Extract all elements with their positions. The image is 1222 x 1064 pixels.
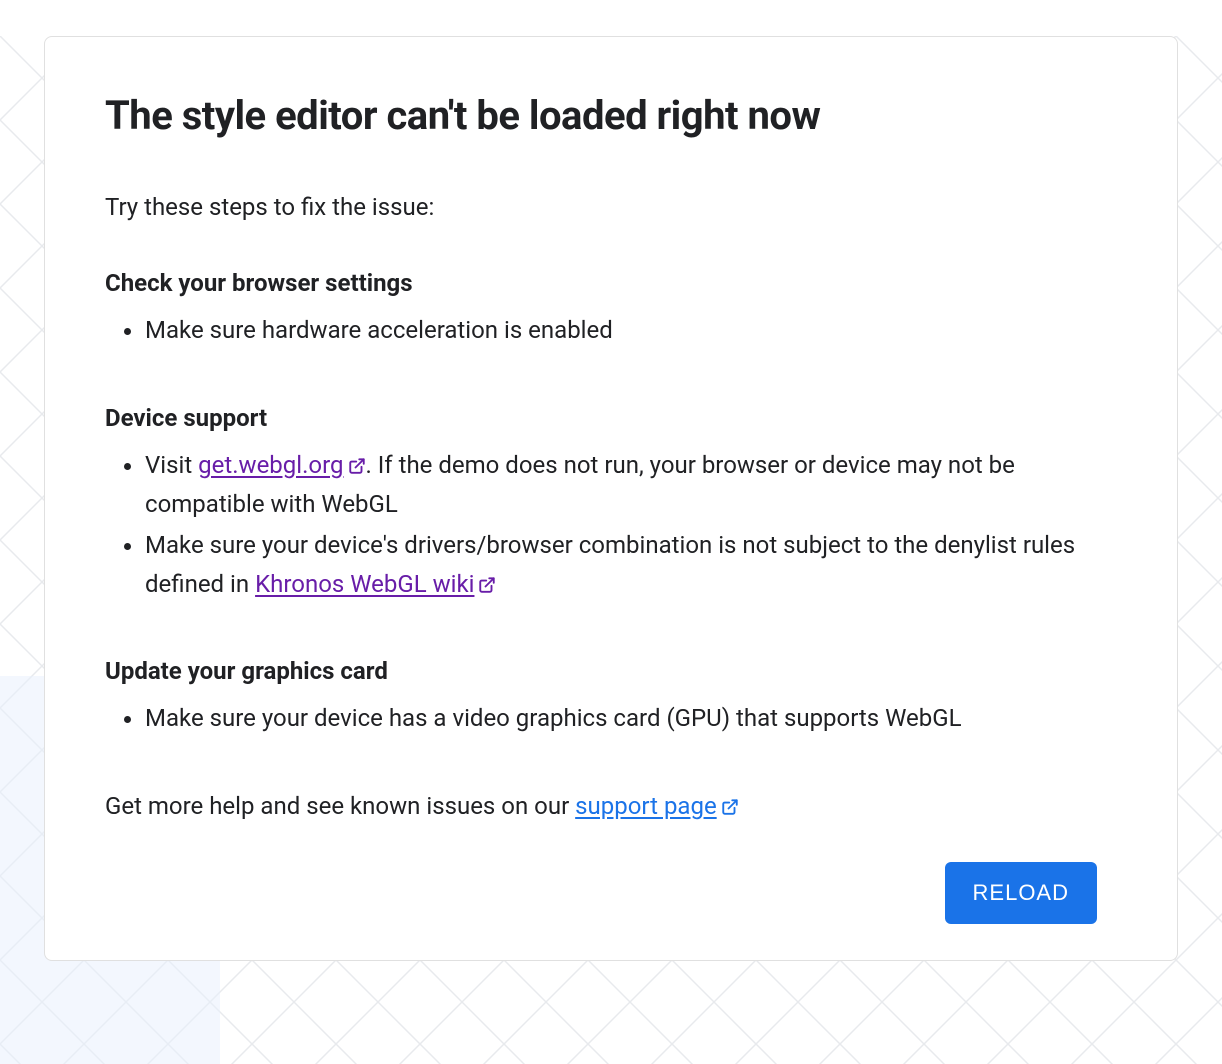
page-title: The style editor can't be loaded right n…	[105, 93, 1117, 139]
list-item-text: Visit	[145, 451, 198, 479]
list-item: Make sure your device's drivers/browser …	[145, 526, 1117, 604]
section-heading-browser: Check your browser settings	[105, 269, 1117, 297]
section-heading-device: Device support	[105, 404, 1117, 432]
list-item: Make sure hardware acceleration is enabl…	[145, 311, 1117, 350]
list-item: Make sure your device has a video graphi…	[145, 699, 1117, 738]
external-link-icon	[348, 457, 366, 475]
section-heading-graphics: Update your graphics card	[105, 657, 1117, 685]
help-text: Get more help and see known issues on ou…	[105, 792, 1117, 820]
list-item: Visit get.webgl.org. If the demo does no…	[145, 446, 1117, 524]
error-card: The style editor can't be loaded right n…	[44, 36, 1178, 961]
support-link[interactable]: support page	[575, 792, 739, 820]
intro-text: Try these steps to fix the issue:	[105, 193, 1117, 221]
khronos-link[interactable]: Khronos WebGL wiki	[255, 570, 496, 598]
external-link-icon	[478, 576, 496, 594]
reload-button[interactable]: RELOAD	[945, 862, 1097, 924]
external-link-icon	[721, 798, 739, 816]
webgl-link[interactable]: get.webgl.org	[198, 451, 365, 479]
